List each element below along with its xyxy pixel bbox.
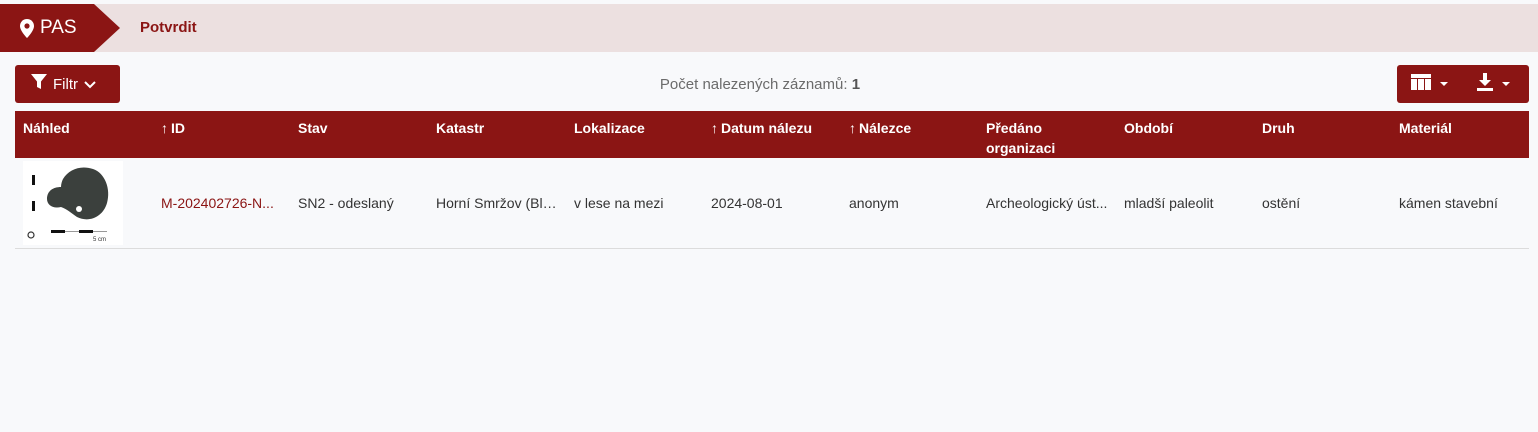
column-header-predano: Předáno organizaci xyxy=(986,120,1056,156)
cell-obdobi: mladší paleolit xyxy=(1116,158,1254,249)
brand-name: PAS xyxy=(40,17,77,38)
record-count-label: Počet nalezených záznamů: xyxy=(659,76,848,93)
sort-arrow-up-icon: ↑ xyxy=(711,120,718,136)
cell-predano: Archeologický úst... xyxy=(978,158,1116,249)
cell-datum: 2024-08-01 xyxy=(703,158,841,249)
cell-id[interactable]: M-202402726-N... xyxy=(153,158,290,249)
cell-druh: ostění xyxy=(1254,158,1391,249)
column-header-id[interactable]: ↑ ID xyxy=(153,111,290,158)
column-header-nahled: Náhled xyxy=(23,120,70,136)
columns-dropdown-button[interactable] xyxy=(1411,65,1448,103)
column-header-druh: Druh xyxy=(1262,120,1295,136)
top-navbar: PAS Potvrdit xyxy=(0,4,1538,52)
record-count-value: 1 xyxy=(851,76,861,93)
column-header-nalezce[interactable]: ↑ Nálezce xyxy=(841,111,978,158)
breadcrumb-current[interactable]: Potvrdit xyxy=(140,4,197,52)
thumbnail-scale-label: 5 cm xyxy=(93,237,106,243)
table-columns-icon xyxy=(1411,73,1431,95)
sort-arrow-up-icon: ↑ xyxy=(849,120,856,136)
map-pin-icon xyxy=(20,18,34,38)
export-dropdown-button[interactable] xyxy=(1477,65,1510,103)
column-header-stav: Stav xyxy=(298,120,328,136)
column-header-katastr: Katastr xyxy=(436,120,485,136)
table-row[interactable]: 5 cm M-202402726-N... SN2 - odeslaný Hor… xyxy=(15,158,1529,249)
record-count: Počet nalezených záznamů: 1 xyxy=(0,76,1520,93)
download-icon xyxy=(1477,72,1493,96)
cell-nalezce: anonym xyxy=(841,158,978,249)
finding-thumbnail-image[interactable]: 5 cm xyxy=(23,160,123,245)
column-header-obdobi: Období xyxy=(1124,120,1173,136)
column-header-datum[interactable]: ↑ Datum nálezu xyxy=(703,111,841,158)
column-header-lokalizace: Lokalizace xyxy=(574,120,645,136)
cell-katastr: Horní Smržov (Bla... xyxy=(428,158,566,249)
brand-home-link[interactable]: PAS xyxy=(0,4,120,52)
sort-arrow-up-icon: ↑ xyxy=(161,120,168,136)
cell-thumbnail[interactable]: 5 cm xyxy=(15,158,153,249)
caret-down-icon xyxy=(1440,82,1448,86)
table-header-row: Náhled ↑ ID Stav Katastr Lokalizace ↑ Datu… xyxy=(15,111,1529,158)
caret-down-icon xyxy=(1502,82,1510,86)
findings-table: Náhled ↑ ID Stav Katastr Lokalizace ↑ Datu… xyxy=(15,111,1529,249)
column-header-material: Materiál xyxy=(1399,120,1452,136)
cell-lokalizace: v lese na mezi xyxy=(566,158,703,249)
cell-stav: SN2 - odeslaný xyxy=(290,158,428,249)
cell-material: kámen stavební xyxy=(1391,158,1529,249)
table-actions xyxy=(1397,65,1529,103)
record-id-link[interactable]: M-202402726-N... xyxy=(161,195,274,211)
